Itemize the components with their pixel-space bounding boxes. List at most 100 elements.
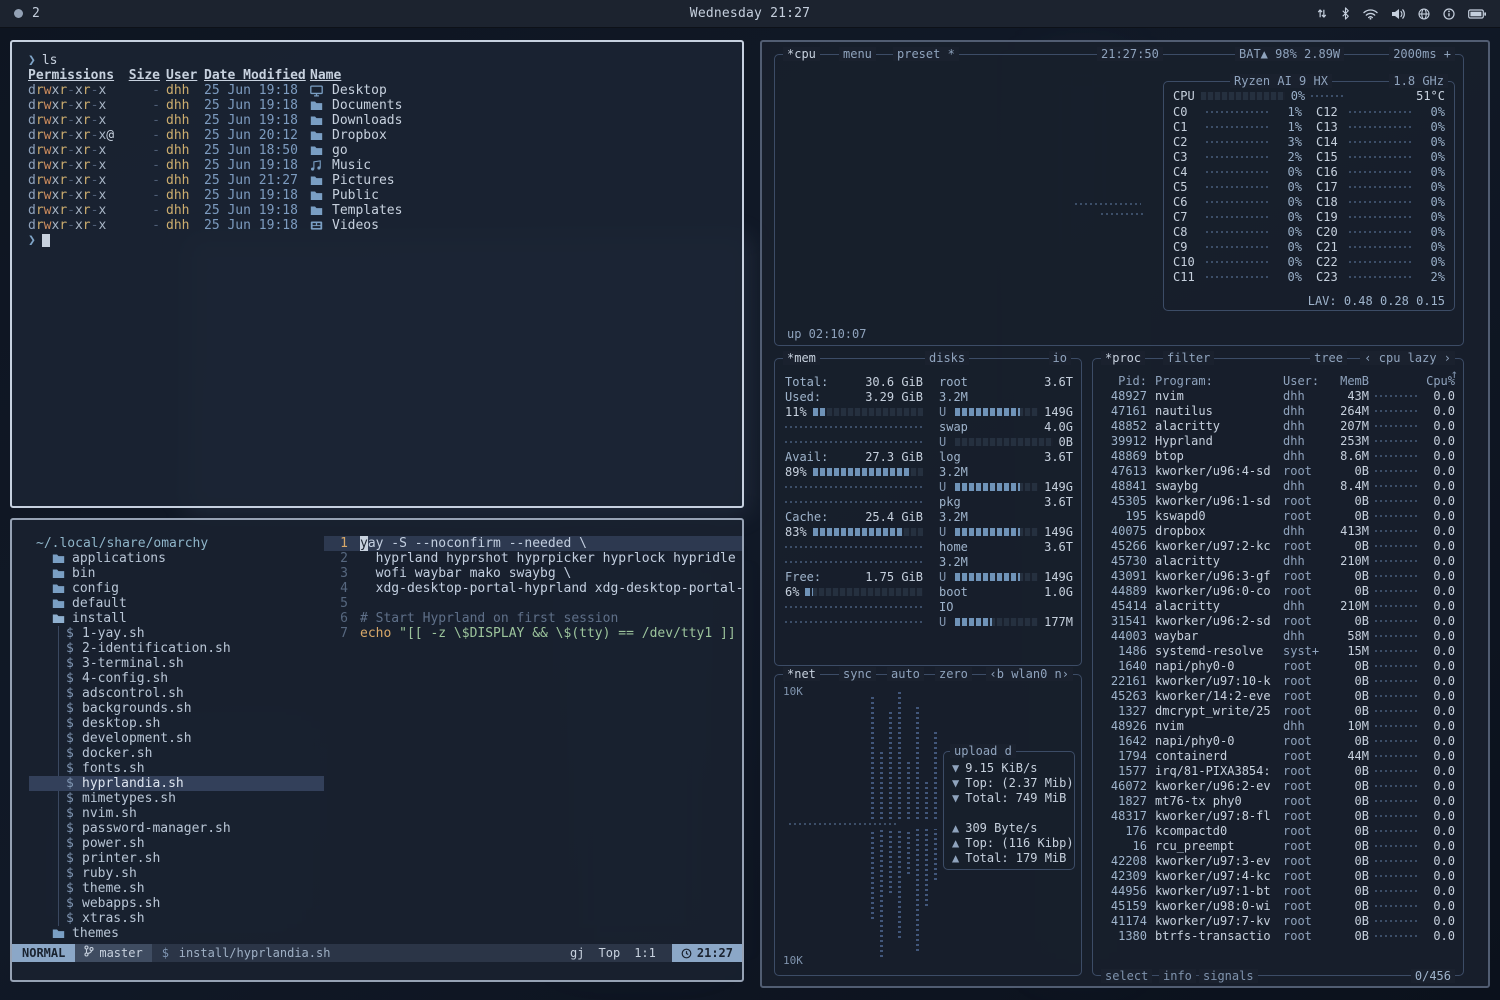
wifi-icon[interactable] bbox=[1363, 8, 1378, 20]
tree-item-file[interactable]: $4-config.sh bbox=[59, 671, 324, 686]
tree-item-file[interactable]: $webapps.sh bbox=[59, 896, 324, 911]
process-row[interactable]: 44889kworker/u96:0-coroot0B0.0 bbox=[1093, 583, 1463, 598]
proc-box-title[interactable]: *proc bbox=[1101, 351, 1145, 365]
tree-item-file[interactable]: $2-identification.sh bbox=[59, 641, 324, 656]
menu-button[interactable]: menu bbox=[839, 47, 876, 61]
process-row[interactable]: 45305kworker/u96:1-sdroot0B0.0 bbox=[1093, 493, 1463, 508]
net-zero-toggle[interactable]: zero bbox=[935, 667, 972, 681]
process-row[interactable]: 45730alacrittydhh210M0.0 bbox=[1093, 553, 1463, 568]
process-row[interactable]: 44003waybardhh58M0.0 bbox=[1093, 628, 1463, 643]
process-row[interactable]: 48317kworker/u97:8-flroot0B0.0 bbox=[1093, 808, 1463, 823]
process-row[interactable]: 45414alacrittydhh210M0.0 bbox=[1093, 598, 1463, 613]
tree-item-file[interactable]: $3-terminal.sh bbox=[59, 656, 324, 671]
update-interval[interactable]: 2000ms + bbox=[1389, 47, 1455, 61]
process-row[interactable]: 176kcompactd0root0B0.0 bbox=[1093, 823, 1463, 838]
signals-button[interactable]: signals bbox=[1199, 969, 1258, 983]
net-box-title[interactable]: *net bbox=[783, 667, 820, 681]
process-row[interactable]: 48841swaybgdhh8.4M0.0 bbox=[1093, 478, 1463, 493]
col-mem[interactable]: MemB bbox=[1329, 374, 1369, 388]
select-button[interactable]: select bbox=[1101, 969, 1152, 983]
editor-line[interactable]: 2 hyprland hyprshot hyprpicker hyprlock … bbox=[324, 551, 742, 566]
tree-item-file[interactable]: $nvim.sh bbox=[59, 806, 324, 821]
process-row[interactable]: 45159kworker/u98:0-wiroot0B0.0 bbox=[1093, 898, 1463, 913]
preset-button[interactable]: preset * bbox=[893, 47, 959, 61]
process-row[interactable]: 40075dropboxdhh413M0.0 bbox=[1093, 523, 1463, 538]
filter-button[interactable]: filter bbox=[1163, 351, 1214, 365]
tree-item-file[interactable]: $fonts.sh bbox=[59, 761, 324, 776]
process-row[interactable]: 39912Hyprlanddhh253M0.0 bbox=[1093, 433, 1463, 448]
col-program[interactable]: Program: bbox=[1155, 374, 1283, 388]
process-row[interactable]: 44956kworker/u97:1-btroot0B0.0 bbox=[1093, 883, 1463, 898]
about-icon[interactable] bbox=[1443, 8, 1455, 20]
tree-item-folder[interactable]: applications bbox=[12, 551, 324, 566]
process-row[interactable]: 42309kworker/u97:4-kcroot0B0.0 bbox=[1093, 868, 1463, 883]
tree-item-file[interactable]: $backgrounds.sh bbox=[59, 701, 324, 716]
tree-item-folder[interactable]: default bbox=[12, 596, 324, 611]
col-user[interactable]: User: bbox=[1283, 374, 1329, 388]
launcher-icon[interactable] bbox=[14, 9, 23, 18]
net-sync-toggle[interactable]: sync bbox=[839, 667, 876, 681]
process-row[interactable]: 1327dmcrypt_write/25root0B0.0 bbox=[1093, 703, 1463, 718]
editor-line[interactable]: 3 wofi waybar mako swaybg \ bbox=[324, 566, 742, 581]
tree-item-file[interactable]: $adscontrol.sh bbox=[59, 686, 324, 701]
process-row[interactable]: 45263kworker/14:2-everoot0B0.0 bbox=[1093, 688, 1463, 703]
info-button[interactable]: info bbox=[1159, 969, 1196, 983]
tree-item-file[interactable]: $mimetypes.sh bbox=[59, 791, 324, 806]
process-row[interactable]: 43091kworker/u96:3-gfroot0B0.0 bbox=[1093, 568, 1463, 583]
process-row[interactable]: 1380btrfs-transactioroot0B0.0 bbox=[1093, 928, 1463, 943]
tree-item-file[interactable]: $power.sh bbox=[59, 836, 324, 851]
net-interface[interactable]: ‹b wlan0 n› bbox=[986, 667, 1073, 681]
tree-toggle[interactable]: tree bbox=[1310, 351, 1347, 365]
process-row[interactable]: 48869btopdhh8.6M0.0 bbox=[1093, 448, 1463, 463]
editor-line[interactable]: 6# Start Hyprland on first session bbox=[324, 611, 742, 626]
process-row[interactable]: 48852alacrittydhh207M0.0 bbox=[1093, 418, 1463, 433]
process-row[interactable]: 47613kworker/u96:4-sdroot0B0.0 bbox=[1093, 463, 1463, 478]
process-row[interactable]: 16rcu_preemptroot0B0.0 bbox=[1093, 838, 1463, 853]
network-icon[interactable] bbox=[1418, 8, 1430, 20]
tree-item-file[interactable]: $ruby.sh bbox=[59, 866, 324, 881]
tree-item-folder[interactable]: config bbox=[12, 581, 324, 596]
bluetooth-icon[interactable] bbox=[1341, 7, 1350, 20]
editor-line[interactable]: 5 bbox=[324, 596, 742, 611]
process-row[interactable]: 1794containerdroot44M0.0 bbox=[1093, 748, 1463, 763]
disks-toggle[interactable]: disks bbox=[925, 351, 969, 365]
tree-item-file[interactable]: $password-manager.sh bbox=[59, 821, 324, 836]
cpu-box-title[interactable]: *cpu bbox=[783, 47, 820, 61]
tree-item-file[interactable]: $printer.sh bbox=[59, 851, 324, 866]
editor-line[interactable]: 7echo "[[ -z \$DISPLAY && \$(tty) == /de… bbox=[324, 626, 742, 641]
tree-item-folder[interactable]: themes bbox=[12, 926, 324, 941]
process-row[interactable]: 1486systemd-resolvesyst+15M0.0 bbox=[1093, 643, 1463, 658]
editor-pane[interactable]: 1yay -S --noconfirm --needed \2 hyprland… bbox=[324, 536, 742, 944]
workspace-indicator[interactable]: 2 bbox=[32, 6, 40, 21]
tree-item-file[interactable]: $hyprlandia.sh bbox=[29, 776, 324, 791]
io-toggle[interactable]: io bbox=[1049, 351, 1071, 365]
net-auto-toggle[interactable]: auto bbox=[887, 667, 924, 681]
volume-icon[interactable] bbox=[1391, 8, 1405, 20]
process-row[interactable]: 1642napi/phy0-0root0B0.0 bbox=[1093, 733, 1463, 748]
sort-selector[interactable]: ‹ cpu lazy › bbox=[1360, 351, 1455, 365]
tree-item-file[interactable]: $theme.sh bbox=[59, 881, 324, 896]
editor-line[interactable]: 1yay -S --noconfirm --needed \ bbox=[324, 536, 742, 551]
tree-item-folder[interactable]: bin bbox=[12, 566, 324, 581]
process-row[interactable]: 1577irq/81-PIXA3854:root0B0.0 bbox=[1093, 763, 1463, 778]
mem-box-title[interactable]: *mem bbox=[783, 351, 820, 365]
process-row[interactable]: 41174kworker/u97:7-kvroot0B0.0 bbox=[1093, 913, 1463, 928]
process-row[interactable]: 31541kworker/u96:2-sdroot0B0.0 bbox=[1093, 613, 1463, 628]
process-row[interactable]: 1827mt76-tx phy0root0B0.0 bbox=[1093, 793, 1463, 808]
scroll-up-arrow[interactable]: ↑ bbox=[1451, 367, 1458, 381]
tree-item-file[interactable]: $development.sh bbox=[59, 731, 324, 746]
process-row[interactable]: 45266kworker/u97:2-kcroot0B0.0 bbox=[1093, 538, 1463, 553]
process-row[interactable]: 46072kworker/u96:2-evroot0B0.0 bbox=[1093, 778, 1463, 793]
process-row[interactable]: 1640napi/phy0-0root0B0.0 bbox=[1093, 658, 1463, 673]
prompt-input-line[interactable]: ❯ bbox=[12, 233, 742, 248]
process-row[interactable]: 48927nvimdhh43M0.0 bbox=[1093, 388, 1463, 403]
tree-item-file[interactable]: $xtras.sh bbox=[59, 911, 324, 926]
col-pid[interactable]: Pid: bbox=[1101, 374, 1147, 388]
tree-item-folder[interactable]: install bbox=[12, 611, 324, 626]
tree-item-file[interactable]: $desktop.sh bbox=[59, 716, 324, 731]
editor-line[interactable]: 4 xdg-desktop-portal-hyprland xdg-deskto… bbox=[324, 581, 742, 596]
process-row[interactable]: 22161kworker/u97:10-kroot0B0.0 bbox=[1093, 673, 1463, 688]
tree-item-file[interactable]: $1-yay.sh bbox=[59, 626, 324, 641]
tree-root-path[interactable]: ~/.local/share/omarchy bbox=[12, 536, 324, 551]
battery-icon[interactable] bbox=[1468, 9, 1486, 19]
